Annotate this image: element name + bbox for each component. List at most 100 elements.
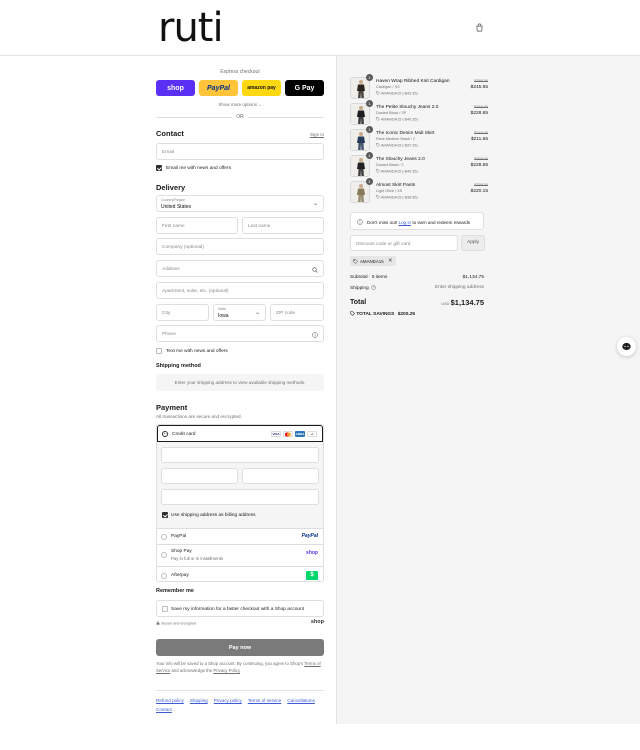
save-info-checkbox[interactable] bbox=[162, 606, 168, 612]
quantity-badge: 1 bbox=[366, 100, 373, 107]
tag-icon bbox=[350, 311, 355, 316]
mastercard-icon bbox=[283, 431, 293, 437]
shop-pay-radio[interactable] bbox=[161, 552, 167, 558]
terms-of-service-link[interactable]: Terms of service bbox=[248, 698, 281, 703]
discounted-price: $211.65 bbox=[471, 136, 488, 142]
company-field[interactable]: Company (optional) bbox=[156, 238, 324, 255]
last-name-field[interactable]: Last name bbox=[242, 217, 324, 234]
product-variant: Dusted Black / 2P bbox=[376, 111, 407, 115]
svg-text:?: ? bbox=[314, 333, 316, 337]
shop-logo: shop bbox=[306, 550, 318, 556]
line-item: 1 Haven Wrap Ribbed Knit Cardigan Cardigan… bbox=[350, 74, 488, 101]
refund-policy-link[interactable]: Refund policy bbox=[156, 698, 184, 703]
paypal-button[interactable]: PayPal bbox=[199, 80, 238, 96]
save-info-box[interactable]: Save my information for a faster checkou… bbox=[156, 600, 324, 617]
card-security-code-field[interactable] bbox=[242, 468, 319, 484]
product-discount: AMANDA15 (-$43.35) bbox=[376, 90, 418, 95]
product-variant: Paris Medium Wash / 2 bbox=[376, 137, 416, 141]
help-icon[interactable]: ? bbox=[312, 331, 318, 338]
text-news-checkbox[interactable] bbox=[156, 348, 162, 354]
cancellations-link[interactable]: Cancellations bbox=[287, 698, 315, 703]
chat-button[interactable] bbox=[617, 337, 636, 356]
address-field[interactable]: Address bbox=[156, 260, 324, 277]
contact-link[interactable]: Contact bbox=[156, 707, 172, 712]
svg-text:?: ? bbox=[373, 286, 375, 290]
credit-card-radio[interactable] bbox=[162, 431, 168, 437]
chevron-down-icon: ⌄ bbox=[254, 310, 260, 316]
tag-icon bbox=[376, 168, 380, 173]
line-item: 1 The Slouchy Jeans 2.0 Dusted Black / 2 A… bbox=[350, 152, 488, 179]
info-icon bbox=[357, 219, 363, 225]
subtotal-label: Subtotal · 5 items bbox=[350, 275, 388, 280]
country-select[interactable]: Country/Region United States ⌄ bbox=[156, 195, 324, 212]
payment-methods: Credit card VISA AMEX +1 Use shipping ad… bbox=[156, 424, 324, 582]
email-field[interactable]: Email bbox=[156, 143, 324, 160]
card-number-field[interactable] bbox=[161, 447, 319, 463]
afterpay-logo: $ bbox=[306, 570, 318, 580]
tag-icon bbox=[353, 258, 358, 264]
currency-code: USD bbox=[441, 302, 450, 306]
card-brand-icons: VISA AMEX +1 bbox=[271, 431, 317, 437]
rewards-login-link[interactable]: Log in bbox=[399, 220, 412, 225]
billing-same-checkbox[interactable] bbox=[162, 512, 168, 518]
afterpay-option[interactable]: Afterpay $ bbox=[157, 566, 323, 581]
shopping-bag-icon[interactable] bbox=[475, 23, 484, 32]
product-name: The Slouchy Jeans 2.0 bbox=[376, 157, 425, 162]
shop-logo: shop bbox=[310, 619, 324, 625]
show-more-options[interactable]: Show more options ⌄ bbox=[156, 102, 324, 107]
phone-field[interactable]: Phone ? bbox=[156, 325, 324, 342]
rewards-text: Don't miss out! bbox=[367, 219, 398, 225]
privacy-policy-link[interactable]: Privacy policy bbox=[214, 698, 242, 703]
payment-heading: Payment bbox=[156, 403, 188, 412]
email-news-checkbox[interactable] bbox=[156, 165, 162, 171]
paypal-option[interactable]: PayPal PayPal bbox=[157, 528, 323, 544]
chevron-down-icon: ⌄ bbox=[258, 102, 262, 107]
product-discount: AMANDA15 (-$38.85) bbox=[376, 194, 418, 199]
search-icon bbox=[312, 266, 318, 273]
quantity-badge: 1 bbox=[366, 178, 373, 185]
product-name: The Petite Slouchy Jeans 2.0 bbox=[376, 105, 439, 110]
total-label: Total bbox=[350, 299, 367, 306]
shop-pay-option[interactable]: Shop Pay Pay in full or in installments … bbox=[157, 544, 323, 566]
amazon-pay-button[interactable]: amazon pay bbox=[242, 80, 281, 96]
discount-tag: AMANDA15 ✕ bbox=[350, 256, 396, 266]
visa-icon: VISA bbox=[271, 431, 281, 437]
credit-card-option[interactable]: Credit card VISA AMEX +1 bbox=[157, 425, 323, 442]
card-form-area: Use shipping address as billing address bbox=[157, 442, 323, 528]
remove-discount-icon[interactable]: ✕ bbox=[388, 258, 393, 264]
apply-discount-button[interactable]: Apply bbox=[461, 235, 485, 251]
discounted-price: $228.65 bbox=[470, 162, 488, 168]
shipping-method-heading: Shipping method bbox=[156, 363, 201, 369]
apartment-field[interactable]: Apartment, suite, etc. (optional) bbox=[156, 282, 324, 299]
first-name-field[interactable]: First name bbox=[156, 217, 238, 234]
product-name: Almost Skirt Pants bbox=[376, 183, 416, 188]
sign-in-link[interactable]: Sign in bbox=[310, 132, 324, 137]
pay-now-button[interactable]: Pay now bbox=[156, 639, 324, 656]
line-item: 1 Almost Skirt Pants Light Olive / XS AMAN… bbox=[350, 178, 488, 205]
brand-logo[interactable]: ruti bbox=[158, 8, 224, 48]
afterpay-radio[interactable] bbox=[161, 572, 167, 579]
shop-privacy-link[interactable]: Privacy Policy bbox=[213, 668, 240, 673]
quantity-badge: 1 bbox=[366, 74, 373, 81]
google-pay-button[interactable]: G Pay bbox=[285, 80, 324, 96]
state-select[interactable]: State Iowa ⌄ bbox=[213, 304, 266, 321]
help-icon[interactable]: ? bbox=[371, 285, 376, 290]
card-name-field[interactable] bbox=[161, 489, 319, 505]
discounted-price: $220.15 bbox=[470, 188, 488, 194]
tag-icon bbox=[376, 116, 380, 121]
shop-pay-button[interactable]: shop bbox=[156, 80, 195, 96]
discount-code-input[interactable]: Discount code or gift card bbox=[350, 235, 458, 251]
shipping-link[interactable]: Shipping bbox=[190, 698, 208, 703]
delivery-heading: Delivery bbox=[156, 183, 186, 192]
footer-links: Refund policy Shipping Privacy policy Terms… bbox=[156, 696, 324, 714]
paypal-radio[interactable] bbox=[161, 534, 167, 540]
product-discount: AMANDA15 (-$40.35) bbox=[376, 168, 418, 173]
city-field[interactable]: City bbox=[156, 304, 209, 321]
product-discount: AMANDA15 (-$37.35) bbox=[376, 142, 418, 147]
zip-field[interactable]: ZIP code bbox=[270, 304, 324, 321]
subtotal-value: $1,134.75 bbox=[462, 275, 484, 280]
original-price: $269.00 bbox=[474, 105, 488, 109]
card-expiry-field[interactable] bbox=[161, 468, 238, 484]
contact-heading: Contact bbox=[156, 129, 184, 138]
footer-divider bbox=[156, 690, 324, 691]
